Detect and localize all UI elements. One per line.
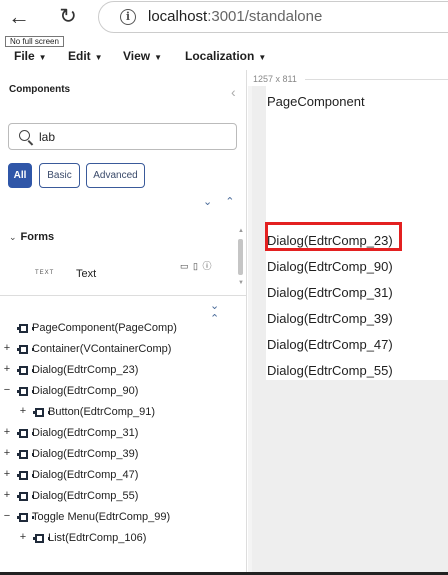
menu-file-label: File [14,49,35,63]
scrollbar-thumb[interactable] [238,239,243,275]
component-search-input[interactable]: lab [8,123,237,150]
component-icon [17,429,34,438]
tree-node-label: Toggle Menu(EdtrComp_99) [32,511,171,523]
canvas-dialog[interactable]: Dialog(EdtrComp_55) [267,363,393,378]
component-icon [17,324,34,333]
canvas-size-label: 1257 x 811 [253,74,297,84]
component-icon [33,534,50,543]
page-component-title[interactable]: PageComponent [267,94,365,109]
tree-expand-collapse-arrows[interactable]: ⌄ ⌃ [210,299,246,325]
url-host: localhost [148,8,208,25]
component-item-label: Text [76,268,97,280]
canvas-dialog[interactable]: Dialog(EdtrComp_47) [267,337,393,352]
component-item-text[interactable]: TEXT Text ▭ ▯ ⓘ [0,256,238,292]
expand-toggle-icon[interactable]: + [18,531,28,543]
component-icon [17,387,34,396]
components-scrollbar[interactable]: ▲ ▼ [238,220,244,296]
components-title: Components [9,84,71,95]
url-path: :3001/standalone [207,8,323,25]
tree-node-label: Container(VContainerComp) [32,343,172,355]
canvas-dialog[interactable]: Dialog(EdtrComp_39) [267,311,393,326]
expand-toggle-icon[interactable]: + [2,363,12,375]
tree-node-label: List(EdtrComp_106) [48,532,147,544]
menu-edit-label: Edit [68,49,91,63]
panel-divider [0,295,247,296]
tree-node-label: PageComponent(PageComp) [32,322,177,334]
tree-node-label: Dialog(EdtrComp_31) [32,427,139,439]
caret-down-icon: ▼ [258,53,267,62]
browser-toolbar: ← ↻ i localhost:3001/standalone [0,0,448,34]
selection-highlight-box [265,222,402,251]
tree-node-label: Dialog(EdtrComp_23) [32,364,139,376]
site-info-icon[interactable]: i [120,9,136,25]
tree-node-label: Button(EdtrComp_91) [48,406,155,418]
component-icon [17,513,34,522]
url-text: localhost:3001/standalone [148,8,322,25]
canvas-dialog[interactable]: Dialog(EdtrComp_31) [267,285,393,300]
text-preview: TEXT [35,270,55,276]
collapse-toggle-icon[interactable]: − [2,510,12,522]
menu-localization-label: Localization [185,49,255,63]
caret-down-icon: ▼ [94,53,103,62]
component-icon [17,471,34,480]
component-icon [17,492,34,501]
address-bar[interactable]: i localhost:3001/standalone [98,1,448,33]
component-icon [17,345,34,354]
device-info-icons[interactable]: ▭ ▯ ⓘ [180,259,212,272]
component-icon [17,450,34,459]
filter-advanced[interactable]: Advanced [86,163,145,188]
component-icon [33,408,50,417]
collapse-panel-icon[interactable]: ‹ [231,84,236,100]
menu-view[interactable]: View ▼ [123,49,162,63]
expand-toggle-icon[interactable]: + [2,468,12,480]
expand-toggle-icon[interactable]: + [18,405,28,417]
tree-node-label: Dialog(EdtrComp_39) [32,448,139,460]
tree-node-label: Dialog(EdtrComp_55) [32,490,139,502]
search-value: lab [39,130,56,144]
canvas-dialog[interactable]: Dialog(EdtrComp_90) [267,259,393,274]
menu-edit[interactable]: Edit ▼ [68,49,103,63]
caret-down-icon: ▼ [154,53,163,62]
filter-all[interactable]: All [8,163,32,188]
expand-toggle-icon[interactable]: + [2,342,12,354]
menu-file[interactable]: File ▼ [14,49,47,63]
collapse-toggle-icon[interactable]: − [2,384,12,396]
expand-toggle-icon[interactable]: + [2,447,12,459]
back-arrow-icon[interactable]: ← [6,4,32,30]
expand-collapse-arrows[interactable]: ⌄ ⌃ [203,195,240,208]
chevron-down-icon: ⌄ [9,232,17,242]
reload-icon[interactable]: ↻ [55,4,81,30]
forms-section-header[interactable]: ⌄ Forms [9,231,54,243]
tree-node-label: Dialog(EdtrComp_47) [32,469,139,481]
components-panel: Components ‹ lab All Basic Advanced ⌄ ⌃ … [0,70,247,575]
menu-view-label: View [123,49,151,63]
menu-localization[interactable]: Localization ▼ [185,49,266,63]
scroll-up-icon[interactable]: ▲ [238,228,244,234]
expand-toggle-icon[interactable]: + [2,489,12,501]
search-icon [19,130,30,141]
scroll-down-icon[interactable]: ▼ [238,280,244,286]
caret-down-icon: ▼ [38,53,47,62]
canvas-ruler-line [305,79,448,80]
tree-node-label: Dialog(EdtrComp_90) [32,385,139,397]
forms-section-title: Forms [20,231,55,243]
filter-basic[interactable]: Basic [39,163,80,188]
expand-toggle-icon[interactable]: + [2,426,12,438]
component-icon [17,366,34,375]
menubar: File ▼ Edit ▼ View ▼ Localization ▼ [0,46,448,66]
